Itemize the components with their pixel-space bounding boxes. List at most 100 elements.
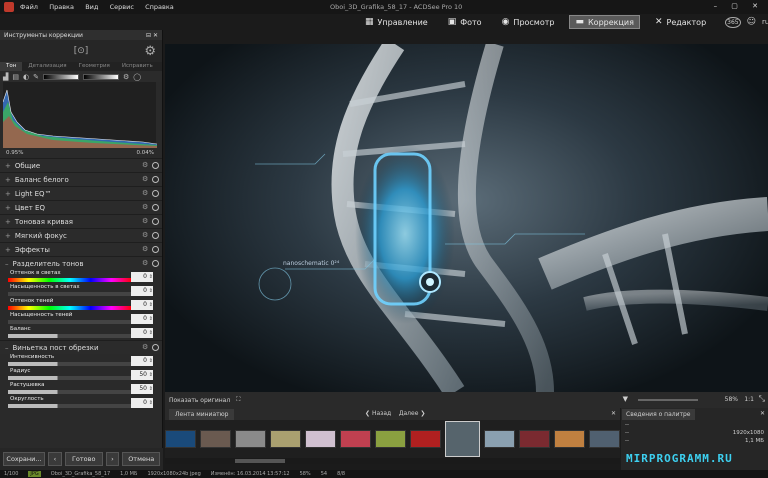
filmstrip-thumbnail[interactable] [445,421,480,457]
section-effects[interactable]: + Эффекты ⚙ [0,242,162,256]
reset-icon[interactable] [152,260,159,267]
target-icon[interactable]: [⊙] [74,46,89,56]
reset-icon[interactable] [152,176,159,183]
section-general[interactable]: + Общие ⚙ [0,158,162,172]
slider-track[interactable] [8,390,132,394]
show-original-button[interactable]: Показать оригинал [169,397,230,404]
slider-value-input[interactable]: 0 [131,272,153,282]
section-soft-focus[interactable]: + Мягкий фокус ⚙ [0,228,162,242]
mode-view[interactable]: ◉ Просмотр [497,16,560,28]
slider-value-input[interactable]: 50 [131,384,153,394]
filmstrip-thumbnail[interactable] [589,430,621,448]
balance-slider[interactable]: Баланс 0 [8,326,158,340]
section-white-balance[interactable]: + Баланс белого ⚙ [0,172,162,186]
menu-file[interactable]: Файл [20,3,38,11]
filmstrip-thumbnail[interactable] [519,430,551,448]
reset-icon[interactable] [152,218,159,225]
filmstrip-thumbnail[interactable] [235,430,267,448]
chevron-left-icon[interactable]: ‹ [48,452,62,466]
pin-icon[interactable]: ⊟ ✕ [146,32,158,39]
fit-icon[interactable]: ⤡ [759,394,765,404]
filmstrip-thumbnail[interactable] [340,430,372,448]
vignette-intensity-slider[interactable]: Интенсивность 0 [8,354,158,368]
gear-icon[interactable]: ⚙ [142,190,149,197]
filmstrip-thumbnail[interactable] [484,430,516,448]
brush-icon[interactable]: ✎ [33,73,39,81]
forward-button[interactable]: Далее [399,410,419,417]
filmstrip-thumbnail[interactable] [270,430,302,448]
chevron-right-icon[interactable]: ❯ [420,410,425,417]
slider-track[interactable] [8,306,132,310]
mode-edit[interactable]: ✕ Редактор [650,16,711,28]
scrollbar-thumb[interactable] [235,459,285,463]
vignette-roundness-slider[interactable]: Округлость 0 [8,396,158,410]
color-icon[interactable]: ◐ [23,73,29,81]
filmstrip-scrollbar[interactable] [165,458,620,464]
menu-view[interactable]: Вид [85,3,98,11]
mode-develop[interactable]: ▬ Коррекция [569,15,640,29]
chevron-left-icon[interactable]: ❮ [365,410,370,417]
section-light-eq[interactable]: + Light EQ™ ⚙ [0,186,162,200]
gear-icon[interactable]: ⚙ [142,260,149,267]
close-icon[interactable]: ✕ [760,410,765,417]
cancel-button[interactable]: Отмена [122,452,160,466]
filmstrip-thumbnail[interactable] [375,430,407,448]
slider-track[interactable] [8,320,132,324]
tab-geometry[interactable]: Геометрия [73,62,116,71]
save-button[interactable]: Сохрани... [3,452,45,466]
menu-help[interactable]: Справка [145,3,174,11]
slider-track[interactable] [8,376,132,380]
filmstrip-thumbnail[interactable] [165,430,197,448]
chevron-right-icon[interactable]: › [105,452,120,466]
user-icon[interactable]: ☺ [747,17,756,27]
slider-value-input[interactable]: 0 [131,356,153,366]
highlight-hue-slider[interactable]: Оттенок в светах 0 [8,270,158,284]
histogram-icon[interactable]: ▟ [3,73,8,81]
slider-value-input[interactable]: 0 [131,314,153,324]
section-color-eq[interactable]: + Цвет EQ ⚙ [0,200,162,214]
reset-icon[interactable] [152,344,159,351]
menu-tools[interactable]: Сервис [110,3,134,11]
slider-track[interactable] [8,278,132,282]
filmstrip-thumbnail[interactable] [554,430,586,448]
slider-value-input[interactable]: 0 [131,286,153,296]
section-split-tone[interactable]: – Разделитель тонов ⚙ [0,256,162,270]
slider-track[interactable] [8,362,132,366]
actual-size-button[interactable]: 1:1 [744,396,754,403]
filmstrip-thumbnail[interactable] [305,430,337,448]
back-button[interactable]: Назад [372,410,391,417]
gear-icon[interactable]: ⚙ [123,73,129,81]
tab-detail[interactable]: Детализация [22,62,72,71]
gear-icon[interactable]: ⚙ [144,44,156,59]
highlight-saturation-slider[interactable]: Насыщенность в светах 0 [8,284,158,298]
section-vignette[interactable]: – Виньетка пост обрезки ⚙ [0,340,162,354]
filmstrip-thumbnail[interactable] [410,430,442,448]
mode-photo[interactable]: ▣ Фото [443,16,487,28]
gear-icon[interactable]: ⚙ [142,204,149,211]
slider-value-input[interactable]: 0 [131,300,153,310]
gear-icon[interactable]: ⚙ [142,176,149,183]
vignette-feather-slider[interactable]: Растушевка 50 [8,382,158,396]
window-controls[interactable]: – ▢ ✕ [714,2,764,10]
slider-track[interactable] [8,292,132,296]
zoom-slider[interactable] [638,399,698,401]
done-button[interactable]: Готово [64,452,103,466]
reset-icon[interactable] [152,232,159,239]
reset-icon[interactable]: ◯ [133,73,141,81]
gear-icon[interactable]: ⚙ [142,344,149,351]
gear-icon[interactable]: ⚙ [142,162,149,169]
shadow-saturation-slider[interactable]: Насыщенность теней 0 [8,312,158,326]
image-viewer[interactable]: nanoschematic 0²⁴ [165,44,768,392]
info-tab[interactable]: Сведения о палитре [622,409,695,420]
levels-icon[interactable]: ▤ [12,73,19,81]
section-tone-curve[interactable]: + Тоновая кривая ⚙ [0,214,162,228]
slider-value-input[interactable]: 50 [131,370,153,380]
tab-repair[interactable]: Исправить [116,62,159,71]
reset-icon[interactable] [152,204,159,211]
close-icon[interactable]: ✕ [611,410,616,417]
filmstrip-thumbnail[interactable] [200,430,232,448]
menu-edit[interactable]: Правка [49,3,74,11]
shadow-hue-slider[interactable]: Оттенок теней 0 [8,298,158,312]
gear-icon[interactable]: ⚙ [142,232,149,239]
tab-tone[interactable]: Тон [0,62,23,71]
